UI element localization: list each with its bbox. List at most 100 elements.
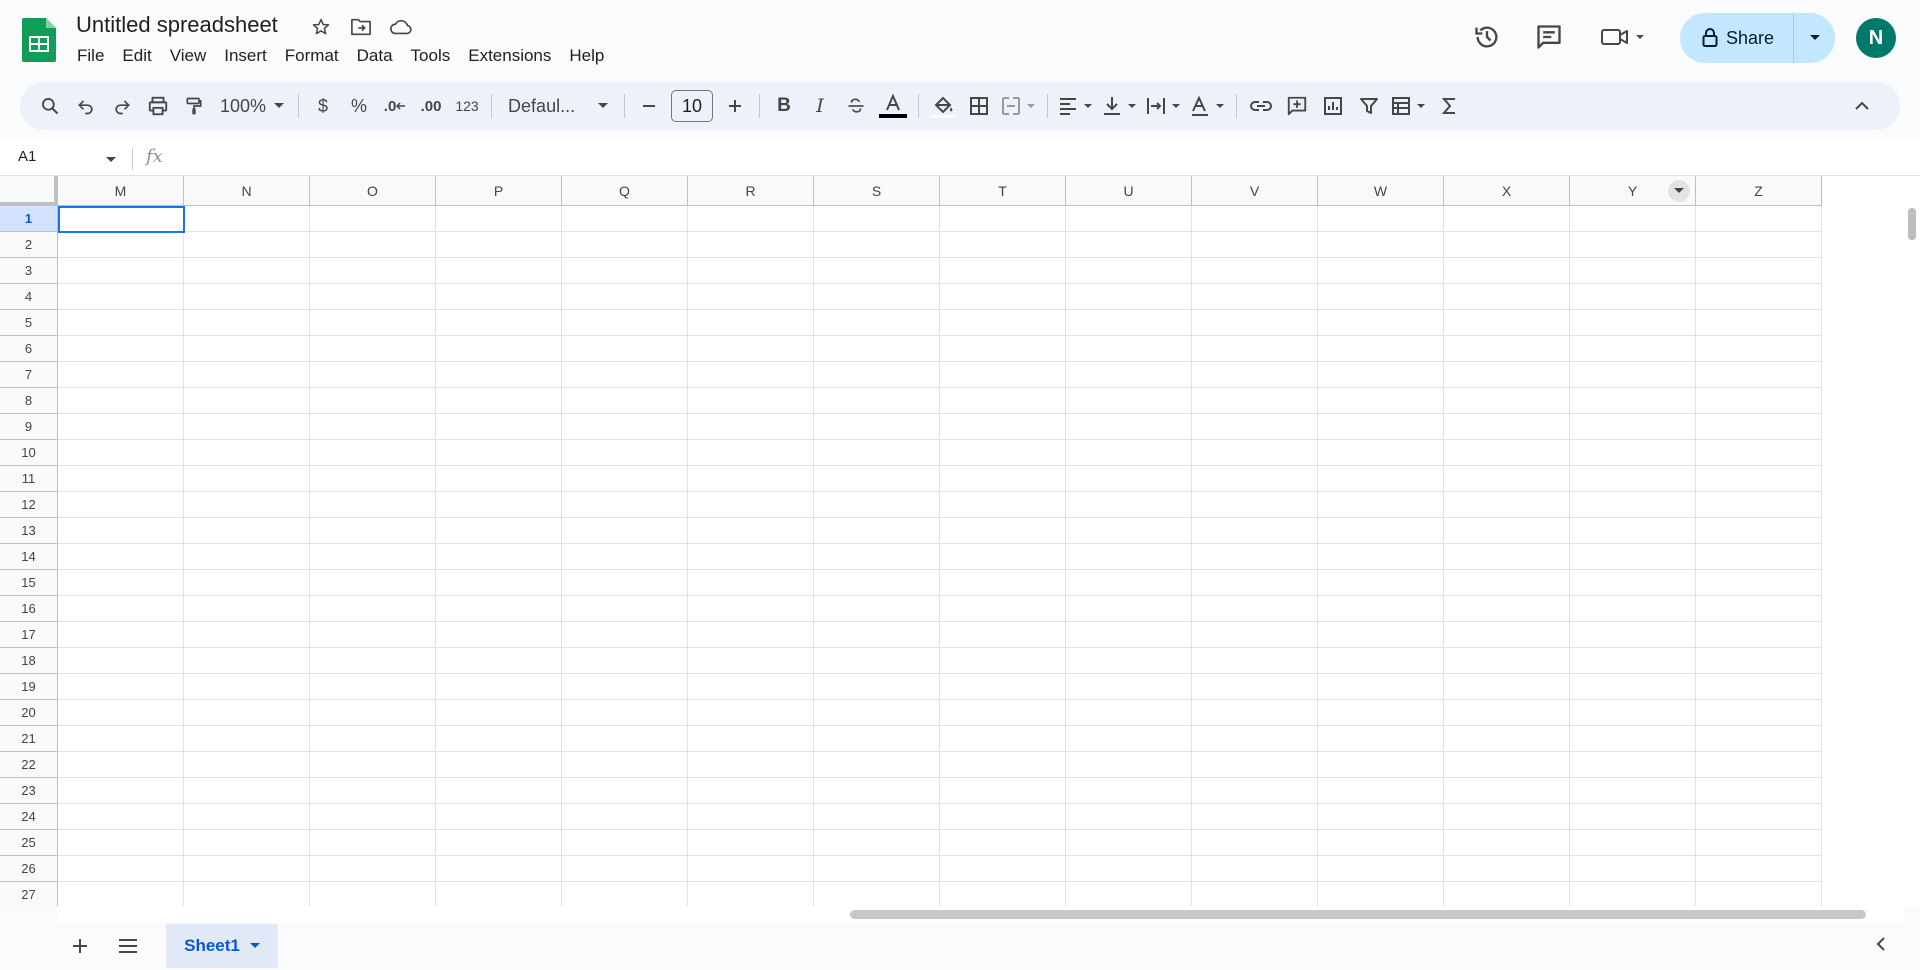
row-header[interactable]: 20 <box>0 700 58 726</box>
name-box-dropdown-icon[interactable] <box>106 150 116 168</box>
select-all-corner[interactable] <box>0 176 58 206</box>
column-header[interactable]: W <box>1318 176 1444 206</box>
percent-format-button[interactable]: % <box>341 88 377 124</box>
vertical-scroll-thumb[interactable] <box>1908 208 1916 240</box>
column-header[interactable]: N <box>184 176 310 206</box>
row-header[interactable]: 12 <box>0 492 58 518</box>
column-header[interactable]: Z <box>1696 176 1822 206</box>
text-wrapping-icon[interactable] <box>1142 88 1186 124</box>
share-dropdown-icon[interactable] <box>1794 34 1835 42</box>
document-title[interactable]: Untitled spreadsheet <box>76 12 278 38</box>
avatar[interactable]: N <box>1856 18 1896 58</box>
sheet-tab-sheet1[interactable]: Sheet1 <box>166 924 278 968</box>
column-header[interactable]: U <box>1066 176 1192 206</box>
horizontal-scroll-thumb[interactable] <box>850 910 1866 919</box>
column-header[interactable]: P <box>436 176 562 206</box>
decrease-font-size-icon[interactable] <box>631 88 667 124</box>
print-icon[interactable] <box>140 88 176 124</box>
menu-tools[interactable]: Tools <box>402 44 460 68</box>
text-color-icon[interactable] <box>874 88 912 124</box>
font-select[interactable]: Defaul... <box>498 88 618 124</box>
row-header[interactable]: 13 <box>0 518 58 544</box>
insert-link-icon[interactable] <box>1243 88 1279 124</box>
row-header[interactable]: 5 <box>0 310 58 336</box>
collapse-toolbar-icon[interactable] <box>1844 88 1880 124</box>
decrease-decimal-button[interactable]: .0 <box>377 88 413 124</box>
filter-icon[interactable] <box>1351 88 1387 124</box>
font-size-input[interactable]: 10 <box>671 90 714 122</box>
vertical-align-icon[interactable] <box>1098 88 1142 124</box>
column-header[interactable]: Q <box>562 176 688 206</box>
menu-insert[interactable]: Insert <box>215 44 276 68</box>
redo-icon[interactable] <box>104 88 140 124</box>
meet-call-icon[interactable] <box>1600 22 1648 52</box>
share-button[interactable]: Share <box>1680 13 1794 63</box>
more-formats-button[interactable]: 123 <box>449 88 485 124</box>
row-header[interactable]: 1 <box>0 206 58 232</box>
version-history-icon[interactable] <box>1472 22 1502 52</box>
add-sheet-icon[interactable] <box>66 932 94 960</box>
move-folder-icon[interactable] <box>348 14 374 40</box>
row-header[interactable]: 7 <box>0 362 58 388</box>
cell-area[interactable] <box>58 206 1822 906</box>
menu-file[interactable]: File <box>68 44 113 68</box>
row-header[interactable]: 17 <box>0 622 58 648</box>
column-header[interactable]: V <box>1192 176 1318 206</box>
currency-format-button[interactable]: $ <box>305 88 341 124</box>
vertical-scrollbar[interactable] <box>1904 176 1920 906</box>
menu-data[interactable]: Data <box>348 44 402 68</box>
column-header[interactable]: M <box>58 176 184 206</box>
row-header[interactable]: 9 <box>0 414 58 440</box>
row-header[interactable]: 19 <box>0 674 58 700</box>
merge-cells-icon[interactable] <box>997 88 1041 124</box>
functions-icon[interactable] <box>1431 88 1467 124</box>
borders-icon[interactable] <box>961 88 997 124</box>
row-header[interactable]: 10 <box>0 440 58 466</box>
row-header[interactable]: 6 <box>0 336 58 362</box>
row-header[interactable]: 23 <box>0 778 58 804</box>
row-header[interactable]: 2 <box>0 232 58 258</box>
row-header[interactable]: 11 <box>0 466 58 492</box>
increase-font-size-icon[interactable] <box>717 88 753 124</box>
star-icon[interactable] <box>308 14 334 40</box>
row-header[interactable]: 18 <box>0 648 58 674</box>
menu-extensions[interactable]: Extensions <box>459 44 560 68</box>
insert-chart-icon[interactable] <box>1315 88 1351 124</box>
search-menus-icon[interactable] <box>32 88 68 124</box>
text-rotation-icon[interactable] <box>1186 88 1230 124</box>
increase-decimal-button[interactable]: .00 <box>413 88 449 124</box>
row-header[interactable]: 27 <box>0 882 58 906</box>
row-header[interactable]: 14 <box>0 544 58 570</box>
menu-format[interactable]: Format <box>276 44 348 68</box>
undo-icon[interactable] <box>68 88 104 124</box>
strikethrough-icon[interactable] <box>838 88 874 124</box>
row-header[interactable]: 8 <box>0 388 58 414</box>
row-header[interactable]: 16 <box>0 596 58 622</box>
collapse-sidebar-icon[interactable] <box>1876 936 1886 957</box>
row-header[interactable]: 26 <box>0 856 58 882</box>
horizontal-align-icon[interactable] <box>1054 88 1098 124</box>
filter-views-icon[interactable] <box>1387 88 1431 124</box>
all-sheets-menu-icon[interactable] <box>114 932 142 960</box>
cloud-saved-icon[interactable] <box>388 14 414 40</box>
fill-color-icon[interactable] <box>925 88 961 124</box>
row-header[interactable]: 15 <box>0 570 58 596</box>
column-header[interactable]: S <box>814 176 940 206</box>
row-header[interactable]: 3 <box>0 258 58 284</box>
comments-icon[interactable] <box>1534 22 1564 52</box>
selected-cell[interactable] <box>58 206 185 233</box>
column-header[interactable]: X <box>1444 176 1570 206</box>
sheets-logo-icon[interactable] <box>22 18 56 62</box>
row-header[interactable]: 21 <box>0 726 58 752</box>
italic-button[interactable]: I <box>802 88 838 124</box>
bold-button[interactable]: B <box>766 88 802 124</box>
menu-help[interactable]: Help <box>560 44 613 68</box>
zoom-select[interactable]: 100% <box>212 88 292 124</box>
name-box[interactable]: A1 <box>18 148 36 165</box>
column-menu-dropdown-icon[interactable] <box>1668 180 1690 202</box>
insert-comment-icon[interactable] <box>1279 88 1315 124</box>
paint-format-icon[interactable] <box>176 88 212 124</box>
row-header[interactable]: 4 <box>0 284 58 310</box>
column-header[interactable]: R <box>688 176 814 206</box>
column-header[interactable]: O <box>310 176 436 206</box>
